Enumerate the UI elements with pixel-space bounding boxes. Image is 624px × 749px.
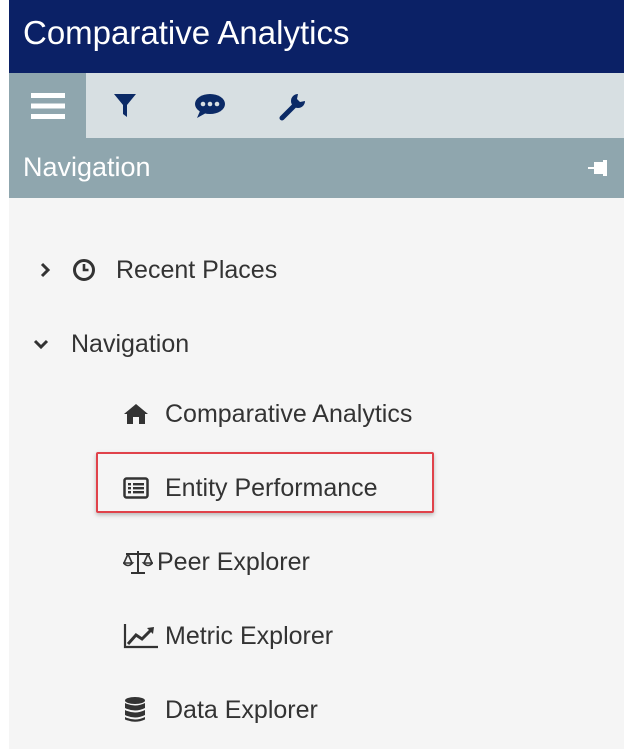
nav-item-peer-explorer[interactable]: Peer Explorer [123,546,310,578]
filter-icon [114,93,136,117]
chevron-down-icon[interactable] [33,338,49,350]
app-title-bar: Comparative Analytics [9,0,624,73]
nav-item-metric-explorer[interactable]: Metric Explorer [123,620,333,652]
comment-icon [195,93,225,118]
wrench-icon [279,93,305,120]
navigation-menu-button[interactable] [9,73,86,138]
clock-icon [73,259,95,281]
app-title: Comparative Analytics [23,14,350,51]
nav-item-label: Metric Explorer [165,621,334,650]
tree-item-recent-places[interactable]: Recent Places [39,254,277,286]
chevron-right-icon[interactable] [39,262,51,278]
nav-item-label: Peer Explorer [157,547,310,576]
panel-toolbar [9,73,624,138]
balance-scale-icon [123,551,153,574]
home-icon [124,404,148,424]
database-icon [125,697,145,722]
filter-button[interactable] [105,73,145,138]
settings-button[interactable] [273,73,313,138]
tree-group-navigation[interactable]: Navigation [33,328,189,360]
hamburger-menu-icon [30,92,65,119]
nav-item-label: Comparative Analytics [165,399,413,428]
nav-item-data-explorer[interactable]: Data Explorer [123,694,318,726]
list-card-icon [123,477,149,499]
comments-button[interactable] [188,73,232,138]
panel-header: Navigation [9,138,624,198]
nav-item-comparative-analytics[interactable]: Comparative Analytics [123,398,412,430]
tree-item-label: Recent Places [116,255,278,284]
nav-item-entity-performance[interactable]: Entity Performance [123,472,378,504]
line-chart-icon [123,624,158,649]
pin-icon[interactable] [588,158,610,178]
tree-group-label: Navigation [71,329,190,358]
nav-item-label: Data Explorer [165,695,318,724]
navigation-tree: Recent Places Navigation Comparative Ana… [9,198,624,749]
panel-title: Navigation [23,152,151,182]
nav-item-label: Entity Performance [165,473,378,502]
